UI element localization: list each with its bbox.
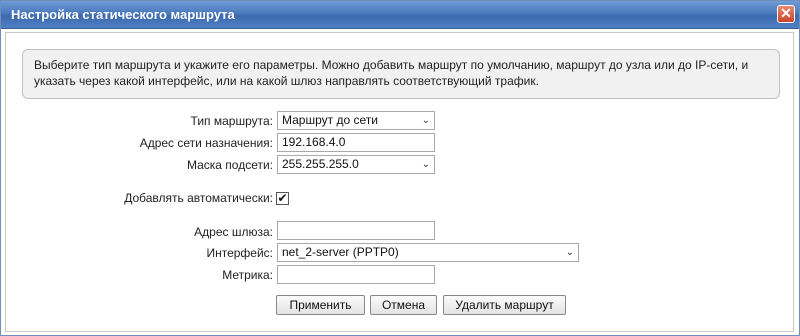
dest-network-label: Адрес сети назначения:: [139, 136, 273, 150]
titlebar: Настройка статического маршрута ✕: [1, 1, 799, 29]
route-type-label: Тип маршрута:: [190, 114, 273, 128]
metric-label: Метрика:: [222, 268, 273, 282]
chevron-down-icon: ⌄: [421, 115, 430, 126]
chevron-down-icon: ⌄: [565, 247, 574, 258]
metric-input[interactable]: [277, 265, 435, 284]
apply-button[interactable]: Применить: [276, 295, 365, 315]
subnet-mask-select[interactable]: 255.255.255.0 ⌄: [277, 155, 435, 174]
auto-add-checkbox[interactable]: ✔: [276, 192, 289, 205]
dest-network-input[interactable]: 192.168.4.0: [277, 133, 435, 152]
interface-label: Интерфейс:: [206, 246, 273, 260]
route-type-value: Маршрут до сети: [282, 113, 378, 127]
cancel-button[interactable]: Отмена: [370, 295, 437, 315]
dialog-content: Выберите тип маршрута и укажите его пара…: [5, 32, 794, 332]
interface-value: net_2-server (PPTP0): [282, 245, 399, 259]
auto-add-label: Добавлять автоматически:: [124, 191, 273, 205]
subnet-mask-value: 255.255.255.0: [282, 157, 359, 171]
interface-select[interactable]: net_2-server (PPTP0) ⌄: [277, 243, 579, 262]
gateway-input[interactable]: [277, 221, 435, 240]
subnet-mask-label: Маска подсети:: [186, 158, 273, 172]
route-type-select[interactable]: Маршрут до сети ⌄: [277, 111, 435, 130]
chevron-down-icon: ⌄: [421, 159, 430, 170]
delete-route-button[interactable]: Удалить маршрут: [443, 295, 566, 315]
dialog-title: Настройка статического маршрута: [11, 7, 235, 22]
info-message: Выберите тип маршрута и укажите его пара…: [22, 49, 780, 99]
close-icon[interactable]: ✕: [777, 5, 795, 23]
gateway-label: Адрес шлюза:: [194, 225, 273, 239]
route-settings-dialog: Настройка статического маршрута ✕ Выбери…: [0, 0, 800, 336]
